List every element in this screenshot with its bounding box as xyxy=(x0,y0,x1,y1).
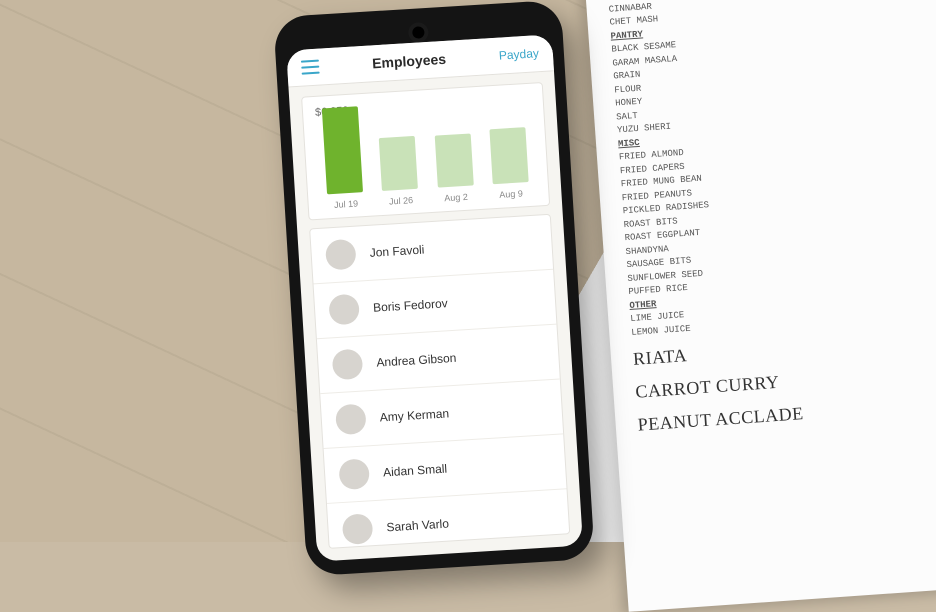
inventory-sheet: SPROUTED CINNABAR CHET MASH PANTRY BLACK… xyxy=(584,0,936,612)
bar xyxy=(434,134,473,188)
bar xyxy=(379,136,418,191)
chart-bars: Jul 19 Jul 26 Aug 2 Aug 9 xyxy=(316,112,537,211)
employee-name: Aidan Small xyxy=(383,462,448,480)
page-title: Employees xyxy=(372,51,447,71)
bar-label: Jul 26 xyxy=(389,195,414,206)
avatar xyxy=(342,513,374,545)
employee-name: Jon Favoli xyxy=(369,243,424,260)
menu-icon[interactable] xyxy=(301,60,320,75)
employee-list[interactable]: Jon Favoli Boris Fedorov Andrea Gibson A… xyxy=(309,214,570,549)
phone-screen: Employees Payday $6,059 Jul 19 Jul 26 Au… xyxy=(286,34,583,561)
bar-col[interactable]: Aug 2 xyxy=(429,134,480,204)
app-header: Employees Payday xyxy=(286,34,554,87)
employee-name: Andrea Gibson xyxy=(376,351,457,370)
bar-col[interactable]: Jul 19 xyxy=(317,106,370,211)
avatar xyxy=(328,294,360,326)
payday-button[interactable]: Payday xyxy=(498,46,539,62)
bar-col[interactable]: Aug 9 xyxy=(484,127,535,201)
bar-label: Jul 19 xyxy=(334,198,359,209)
phone-frame: Employees Payday $6,059 Jul 19 Jul 26 Au… xyxy=(273,0,595,576)
avatar xyxy=(335,403,367,435)
bar-label: Aug 9 xyxy=(499,188,523,199)
avatar xyxy=(325,239,357,271)
avatar xyxy=(338,458,370,490)
employee-name: Sarah Varlo xyxy=(386,517,449,535)
bar-col[interactable]: Jul 26 xyxy=(374,135,425,207)
bar xyxy=(322,106,363,194)
payroll-chart[interactable]: $6,059 Jul 19 Jul 26 Aug 2 Aug 9 xyxy=(301,82,550,221)
employee-name: Amy Kerman xyxy=(379,406,449,424)
avatar xyxy=(332,349,364,381)
bar-label: Aug 2 xyxy=(444,192,468,203)
bar xyxy=(489,127,528,184)
employee-name: Boris Fedorov xyxy=(373,296,448,315)
